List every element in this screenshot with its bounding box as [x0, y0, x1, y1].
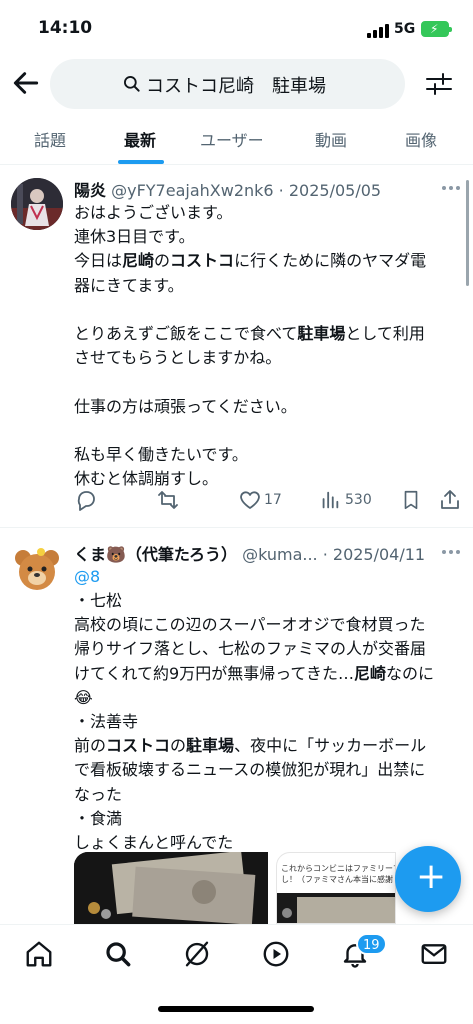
status-time: 14:10: [38, 18, 93, 38]
tweet-line: おはようございます。: [74, 203, 233, 222]
avatar[interactable]: [11, 178, 63, 230]
highlight-term: コストコ: [106, 736, 171, 756]
media-image[interactable]: これからコンビニはファミリーマー し！（ファミマさん本当に感謝: [276, 852, 396, 924]
more-icon[interactable]: [442, 550, 462, 556]
highlight-term: 駐車場: [297, 324, 346, 343]
author-name[interactable]: 陽炎: [74, 181, 106, 200]
notifications-badge: 19: [356, 933, 387, 955]
tweet-divider: [0, 527, 473, 528]
media-caption: これからコンビニはファミリーマー し！（ファミマさん本当に感謝: [281, 864, 395, 884]
like-count: 17: [264, 492, 282, 508]
battery-icon: ⚡: [421, 21, 452, 37]
tweet-line: させてもらうとしますかね。: [74, 348, 282, 368]
more-icon[interactable]: [442, 186, 462, 192]
search-icon: [124, 76, 140, 92]
home-indicator: [158, 1006, 314, 1012]
active-tab-indicator: [118, 160, 164, 164]
tweet-line: [74, 419, 459, 443]
author-name[interactable]: くま🐻（代筆たろう）: [74, 545, 237, 564]
tweet-line: 😂: [74, 687, 93, 707]
tweet-line: [74, 298, 459, 322]
search-icon[interactable]: [103, 939, 133, 969]
tweet-line: ・七松: [74, 591, 123, 610]
tab-images[interactable]: 画像: [405, 127, 437, 151]
tweet-line: とりあえずご飯をここで食べて駐車場として利用: [74, 324, 425, 343]
author-handle-date: @yFY7eajahXw2nk6 · 2025/05/05: [111, 181, 382, 200]
home-icon[interactable]: [24, 939, 54, 969]
grok-icon[interactable]: [182, 939, 212, 969]
search-header: コストコ尼崎 駐車場: [0, 55, 473, 113]
tweet-line: 私も早く働きたいです。: [74, 444, 248, 464]
tweet-line: けてくれて約9万円が無事帰ってきた…尼崎なのに: [74, 663, 434, 683]
tab-top[interactable]: 話題: [34, 127, 66, 151]
highlight-term: コストコ: [170, 251, 235, 271]
search-query: コストコ尼崎 駐車場: [146, 76, 326, 97]
reply-icon[interactable]: [74, 488, 98, 512]
bookmark-icon[interactable]: [400, 488, 422, 512]
tweet-line: 連休3日目です。: [74, 227, 195, 247]
tweet-line: 仕事の方は頑張ってください。: [74, 396, 297, 416]
tweet-body: おはようございます。 連休3日目です。今日は尼崎のコストコに行くために隣のヤマダ電…: [74, 201, 459, 491]
views-icon[interactable]: [319, 488, 341, 512]
tweet-line: で看板破壊するニュースの模倣犯が現れ」出禁に: [74, 760, 426, 780]
search-tabs: 話題 最新 ユーザー 動画 画像: [0, 113, 473, 165]
tweet-header: くま🐻（代筆たろう） @kuma... · 2025/04/11: [74, 541, 454, 565]
tweet-header: 陽炎 @yFY7eajahXw2nk6 · 2025/05/05: [74, 177, 454, 201]
highlight-term: 駐車場: [186, 736, 235, 756]
tweet-line: 今日は尼崎のコストコに行くために隣のヤマダ電: [74, 251, 427, 271]
search-input[interactable]: コストコ尼崎 駐車場: [50, 59, 405, 109]
view-count: 530: [345, 492, 372, 508]
tweet-line: ・法善寺: [74, 712, 139, 732]
tweet-body: ・七松高校の頃にこの辺のスーパーオオジで食材買った 帰りサイフ落とし、七松のファミ…: [74, 589, 464, 855]
repost-icon[interactable]: [156, 488, 180, 512]
like-icon[interactable]: [238, 488, 262, 512]
plus-icon: +: [416, 856, 447, 897]
avatar[interactable]: [11, 542, 63, 594]
video-play-icon[interactable]: [261, 939, 291, 969]
highlight-term: 尼崎: [353, 663, 386, 683]
media-image[interactable]: [74, 852, 268, 924]
back-arrow-icon[interactable]: [10, 67, 42, 99]
highlight-term: 尼崎: [122, 251, 155, 271]
tweet-line: なった: [74, 784, 123, 804]
author-handle-date: @kuma... · 2025/04/11: [242, 545, 426, 564]
tab-latest[interactable]: 最新: [124, 127, 156, 151]
compose-button[interactable]: +: [395, 846, 461, 912]
tweet-line: ・食満: [74, 808, 123, 828]
network-label: 5G: [394, 21, 416, 37]
tweet-line: 高校の頃にこの辺のスーパーオオジで食材買った: [74, 615, 426, 635]
messages-mail-icon[interactable]: [419, 939, 449, 969]
tab-users[interactable]: ユーザー: [200, 127, 264, 151]
tweet-line: [74, 370, 459, 394]
tweet-actions: 17 530: [74, 488, 464, 514]
share-icon[interactable]: [438, 488, 462, 512]
filter-settings-icon[interactable]: [424, 69, 454, 99]
reply-to-mention[interactable]: @8: [74, 565, 100, 589]
tweet-line: 帰りサイフ落とし、七松のファミマの人が交番届: [74, 639, 427, 659]
status-bar: 14:10 5G ⚡: [0, 0, 473, 52]
tweet-line: 器にきてます。: [74, 275, 184, 295]
signal-icon: [367, 24, 389, 38]
tab-videos[interactable]: 動画: [315, 127, 347, 151]
scrollbar[interactable]: [466, 180, 469, 286]
tweet-line: 前のコストコの駐車場、夜中に「サッカーボール: [74, 736, 427, 756]
